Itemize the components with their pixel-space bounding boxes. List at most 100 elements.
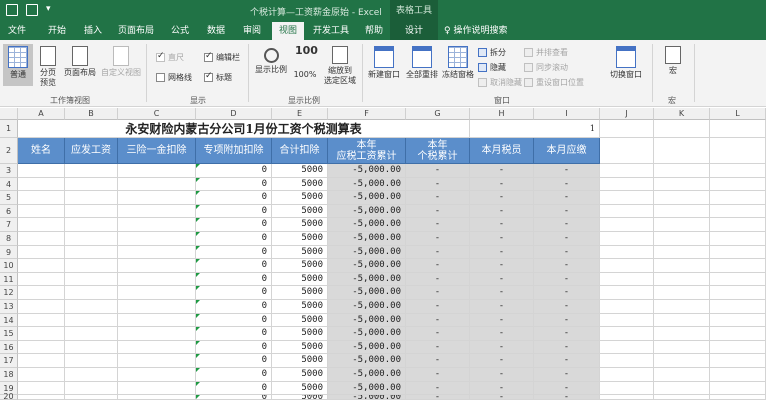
cell-gross-pay[interactable] — [65, 272, 118, 287]
cell-insurance[interactable] — [118, 300, 196, 314]
cell-tax-cumulative[interactable]: - — [406, 313, 470, 328]
header-total-deduction[interactable]: 合计扣除 — [272, 138, 328, 164]
cell-monthly-tax[interactable]: - — [470, 395, 534, 400]
cell-insurance[interactable] — [118, 286, 196, 300]
sheet-title-cell[interactable]: 永安财险内蒙古分公司1月份工资个税测算表 — [18, 120, 470, 138]
row-header[interactable]: 12 — [0, 286, 18, 300]
zoom-button[interactable]: 显示比例 — [252, 46, 290, 75]
row-header[interactable]: 17 — [0, 354, 18, 368]
cell-gross-pay[interactable] — [65, 177, 118, 192]
cell-total-deduction[interactable]: 5000 — [272, 354, 328, 368]
cell-monthly-tax[interactable]: - — [470, 272, 534, 287]
cell-monthly-tax[interactable]: - — [470, 313, 534, 328]
row-header[interactable]: 13 — [0, 300, 18, 314]
cell-j[interactable] — [600, 191, 654, 205]
cell-tax-cumulative[interactable]: - — [406, 395, 470, 400]
cell-name[interactable] — [18, 177, 65, 192]
cell-monthly-due[interactable]: - — [534, 191, 600, 205]
cell-taxable-cumulative[interactable]: -5,000.00 — [328, 204, 406, 219]
cell-taxable-cumulative[interactable]: -5,000.00 — [328, 218, 406, 232]
cell-tax-cumulative[interactable]: - — [406, 245, 470, 260]
cell-monthly-due[interactable]: - — [534, 259, 600, 273]
cell-monthly-due[interactable]: - — [534, 218, 600, 232]
cell-l[interactable] — [710, 300, 766, 314]
cell-i1[interactable]: 1 — [470, 120, 600, 138]
cell-monthly-tax[interactable]: - — [470, 381, 534, 396]
cell-tax-cumulative[interactable]: - — [406, 300, 470, 314]
cell-total-deduction[interactable]: 5000 — [272, 381, 328, 396]
cell-monthly-tax[interactable]: - — [470, 300, 534, 314]
cell-monthly-due[interactable]: - — [534, 354, 600, 368]
save-icon[interactable] — [6, 4, 18, 16]
cell-taxable-cumulative[interactable]: -5,000.00 — [328, 327, 406, 341]
cell-monthly-due[interactable]: - — [534, 313, 600, 328]
ruler-checkbox[interactable]: 直尺 — [156, 51, 184, 63]
cell-monthly-tax[interactable]: - — [470, 177, 534, 192]
cell-insurance[interactable] — [118, 245, 196, 260]
cell-total-deduction[interactable]: 5000 — [272, 313, 328, 328]
column-header-i[interactable]: I — [534, 108, 600, 120]
cell-special-deduction[interactable]: 0 — [196, 245, 272, 260]
tab-page-layout[interactable]: 页面布局 — [114, 22, 158, 40]
cell-insurance[interactable] — [118, 395, 196, 400]
cell-insurance[interactable] — [118, 313, 196, 328]
cell-name[interactable] — [18, 204, 65, 219]
cell-special-deduction[interactable]: 0 — [196, 218, 272, 232]
cell-monthly-tax[interactable]: - — [470, 327, 534, 341]
column-header-c[interactable]: C — [118, 108, 196, 120]
cell-total-deduction[interactable]: 5000 — [272, 164, 328, 178]
cell-total-deduction[interactable]: 5000 — [272, 395, 328, 400]
cell-k[interactable] — [654, 327, 710, 341]
cell-special-deduction[interactable]: 0 — [196, 340, 272, 355]
row-header[interactable]: 14 — [0, 313, 18, 328]
hide-button[interactable]: 隐藏 — [478, 62, 506, 73]
row-header[interactable]: 16 — [0, 340, 18, 355]
cell-gross-pay[interactable] — [65, 232, 118, 246]
cell-monthly-tax[interactable]: - — [470, 245, 534, 260]
tab-data[interactable]: 数据 — [200, 22, 232, 40]
cell-tax-cumulative[interactable]: - — [406, 218, 470, 232]
cell-tax-cumulative[interactable]: - — [406, 204, 470, 219]
cell-monthly-due[interactable]: - — [534, 327, 600, 341]
cell-monthly-tax[interactable]: - — [470, 232, 534, 246]
sync-scroll-button[interactable]: 同步滚动 — [524, 62, 568, 73]
page-break-preview-button[interactable]: 分页 预览 — [35, 46, 61, 88]
cell-taxable-cumulative[interactable]: -5,000.00 — [328, 272, 406, 287]
cell-j[interactable] — [600, 286, 654, 300]
cell-total-deduction[interactable]: 5000 — [272, 327, 328, 341]
cell-gross-pay[interactable] — [65, 191, 118, 205]
page-layout-view-button[interactable]: 页面布局 — [62, 46, 98, 78]
cell-j[interactable] — [600, 340, 654, 355]
cell-tax-cumulative[interactable]: - — [406, 340, 470, 355]
cell-insurance[interactable] — [118, 218, 196, 232]
cell-taxable-cumulative[interactable]: -5,000.00 — [328, 286, 406, 300]
cell-k[interactable] — [654, 381, 710, 396]
cell-taxable-cumulative[interactable]: -5,000.00 — [328, 164, 406, 178]
cell-l[interactable] — [710, 313, 766, 328]
row-header[interactable]: 4 — [0, 177, 18, 192]
cell-monthly-tax[interactable]: - — [470, 286, 534, 300]
tab-review[interactable]: 审阅 — [236, 22, 268, 40]
cell-j[interactable] — [600, 259, 654, 273]
switch-windows-button[interactable]: 切换窗口 — [606, 46, 646, 80]
header-monthly-due[interactable]: 本月应缴 — [534, 138, 600, 164]
cell-gross-pay[interactable] — [65, 164, 118, 178]
header-special-deduction[interactable]: 专项附加扣除 — [196, 138, 272, 164]
cell-k[interactable] — [654, 177, 710, 192]
cell-special-deduction[interactable]: 0 — [196, 395, 272, 400]
cell-gross-pay[interactable] — [65, 286, 118, 300]
cell-j[interactable] — [600, 218, 654, 232]
cell-gross-pay[interactable] — [65, 313, 118, 328]
freeze-panes-button[interactable]: 冻结窗格 — [440, 46, 476, 80]
cell-k2[interactable] — [654, 138, 710, 164]
custom-views-button[interactable]: 自定义视图 — [100, 46, 142, 78]
cell-j[interactable] — [600, 300, 654, 314]
cell-monthly-due[interactable]: - — [534, 245, 600, 260]
cell-l[interactable] — [710, 340, 766, 355]
cell-l[interactable] — [710, 164, 766, 178]
cell-special-deduction[interactable]: 0 — [196, 204, 272, 219]
cell-total-deduction[interactable]: 5000 — [272, 218, 328, 232]
cell-j[interactable] — [600, 313, 654, 328]
cell-special-deduction[interactable]: 0 — [196, 313, 272, 328]
header-tax-cumulative[interactable]: 本年 个税累计 — [406, 138, 470, 164]
